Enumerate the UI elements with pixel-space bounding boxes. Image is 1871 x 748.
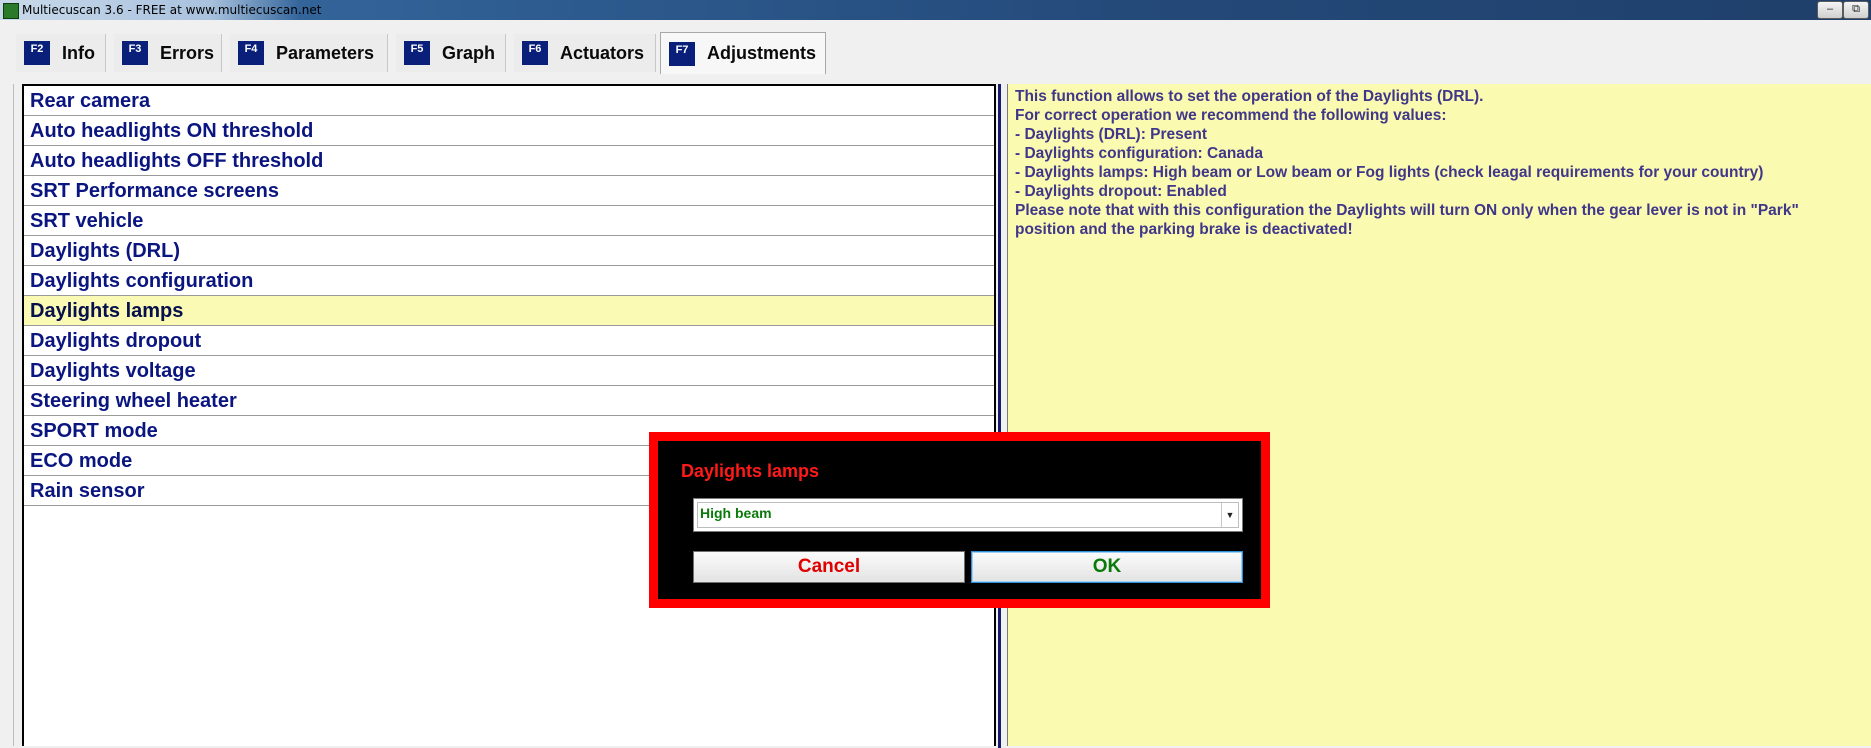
tab-graph[interactable]: F5 Graph xyxy=(396,34,506,72)
list-item[interactable]: Auto headlights ON threshold xyxy=(24,116,994,146)
tab-label: Graph xyxy=(442,42,496,63)
dropdown-selected-value: High beam xyxy=(700,505,772,521)
chevron-down-icon[interactable]: ▼ xyxy=(1221,503,1238,527)
window-title: Multiecuscan 3.6 - FREE at www.multiecus… xyxy=(22,3,322,17)
tab-info[interactable]: F2 Info xyxy=(16,34,106,72)
tab-errors[interactable]: F3 Errors xyxy=(114,34,222,72)
list-item[interactable]: Auto headlights OFF threshold xyxy=(24,146,994,176)
info-line: - Daylights dropout: Enabled xyxy=(1015,183,1227,200)
list-item[interactable]: SRT Performance screens xyxy=(24,176,994,206)
list-item[interactable]: Daylights (DRL) xyxy=(24,236,994,266)
splitter[interactable] xyxy=(998,84,1001,748)
info-line: - Daylights lamps: High beam or Low beam… xyxy=(1015,164,1764,181)
list-item[interactable]: SRT vehicle xyxy=(24,206,994,236)
tab-label: Actuators xyxy=(560,42,645,63)
f4-key-badge: F4 xyxy=(238,41,264,65)
list-item[interactable]: Rear camera xyxy=(24,86,994,116)
info-line: - Daylights configuration: Canada xyxy=(1015,145,1264,162)
list-item[interactable]: Daylights configuration xyxy=(24,266,994,296)
tab-label: Info xyxy=(62,42,95,63)
list-item-selected[interactable]: Daylights lamps xyxy=(24,296,994,326)
info-line: This function allows to set the operatio… xyxy=(1015,88,1484,105)
f3-key-badge: F3 xyxy=(122,41,148,65)
tab-label: Errors xyxy=(160,42,215,63)
app-icon xyxy=(3,3,19,19)
tab-bar: F2 Info F3 Errors F4 Parameters F5 Graph… xyxy=(0,30,1871,78)
tab-parameters[interactable]: F4 Parameters xyxy=(230,34,388,72)
dropdown-inner-border xyxy=(697,502,1239,528)
restore-button[interactable]: ⧉ xyxy=(1843,1,1869,19)
left-divider xyxy=(13,84,14,746)
f6-key-badge: F6 xyxy=(522,41,548,65)
list-item[interactable]: Steering wheel heater xyxy=(24,386,994,416)
tab-label: Parameters xyxy=(276,42,375,63)
value-dropdown[interactable]: High beam ▼ xyxy=(693,498,1243,532)
title-bar: Multiecuscan 3.6 - FREE at www.multiecus… xyxy=(0,0,1871,20)
f2-key-badge: F2 xyxy=(24,41,50,65)
info-line: For correct operation we recommend the f… xyxy=(1015,107,1447,124)
adjustments-list: Rear camera Auto headlights ON threshold… xyxy=(22,84,1001,748)
cancel-button[interactable]: Cancel xyxy=(693,551,965,583)
f5-key-badge: F5 xyxy=(404,41,430,65)
tab-actuators[interactable]: F6 Actuators xyxy=(514,34,656,72)
minimize-button[interactable]: – xyxy=(1817,1,1843,19)
f7-key-badge: F7 xyxy=(669,41,695,66)
ok-button[interactable]: OK xyxy=(971,551,1243,583)
list-item[interactable]: Daylights dropout xyxy=(24,326,994,356)
info-line: position and the parking brake is deacti… xyxy=(1015,221,1353,238)
tab-adjustments[interactable]: F7 Adjustments xyxy=(660,32,826,74)
tab-label: Adjustments xyxy=(707,43,817,63)
dialog-title: Daylights lamps xyxy=(681,461,820,481)
adjustment-dialog: Daylights lamps High beam ▼ Cancel OK xyxy=(649,432,1270,608)
info-panel: This function allows to set the operatio… xyxy=(1007,84,1871,746)
info-line: Please note that with this configuration… xyxy=(1015,202,1799,219)
info-line: - Daylights (DRL): Present xyxy=(1015,126,1208,143)
list-item[interactable]: Daylights voltage xyxy=(24,356,994,386)
